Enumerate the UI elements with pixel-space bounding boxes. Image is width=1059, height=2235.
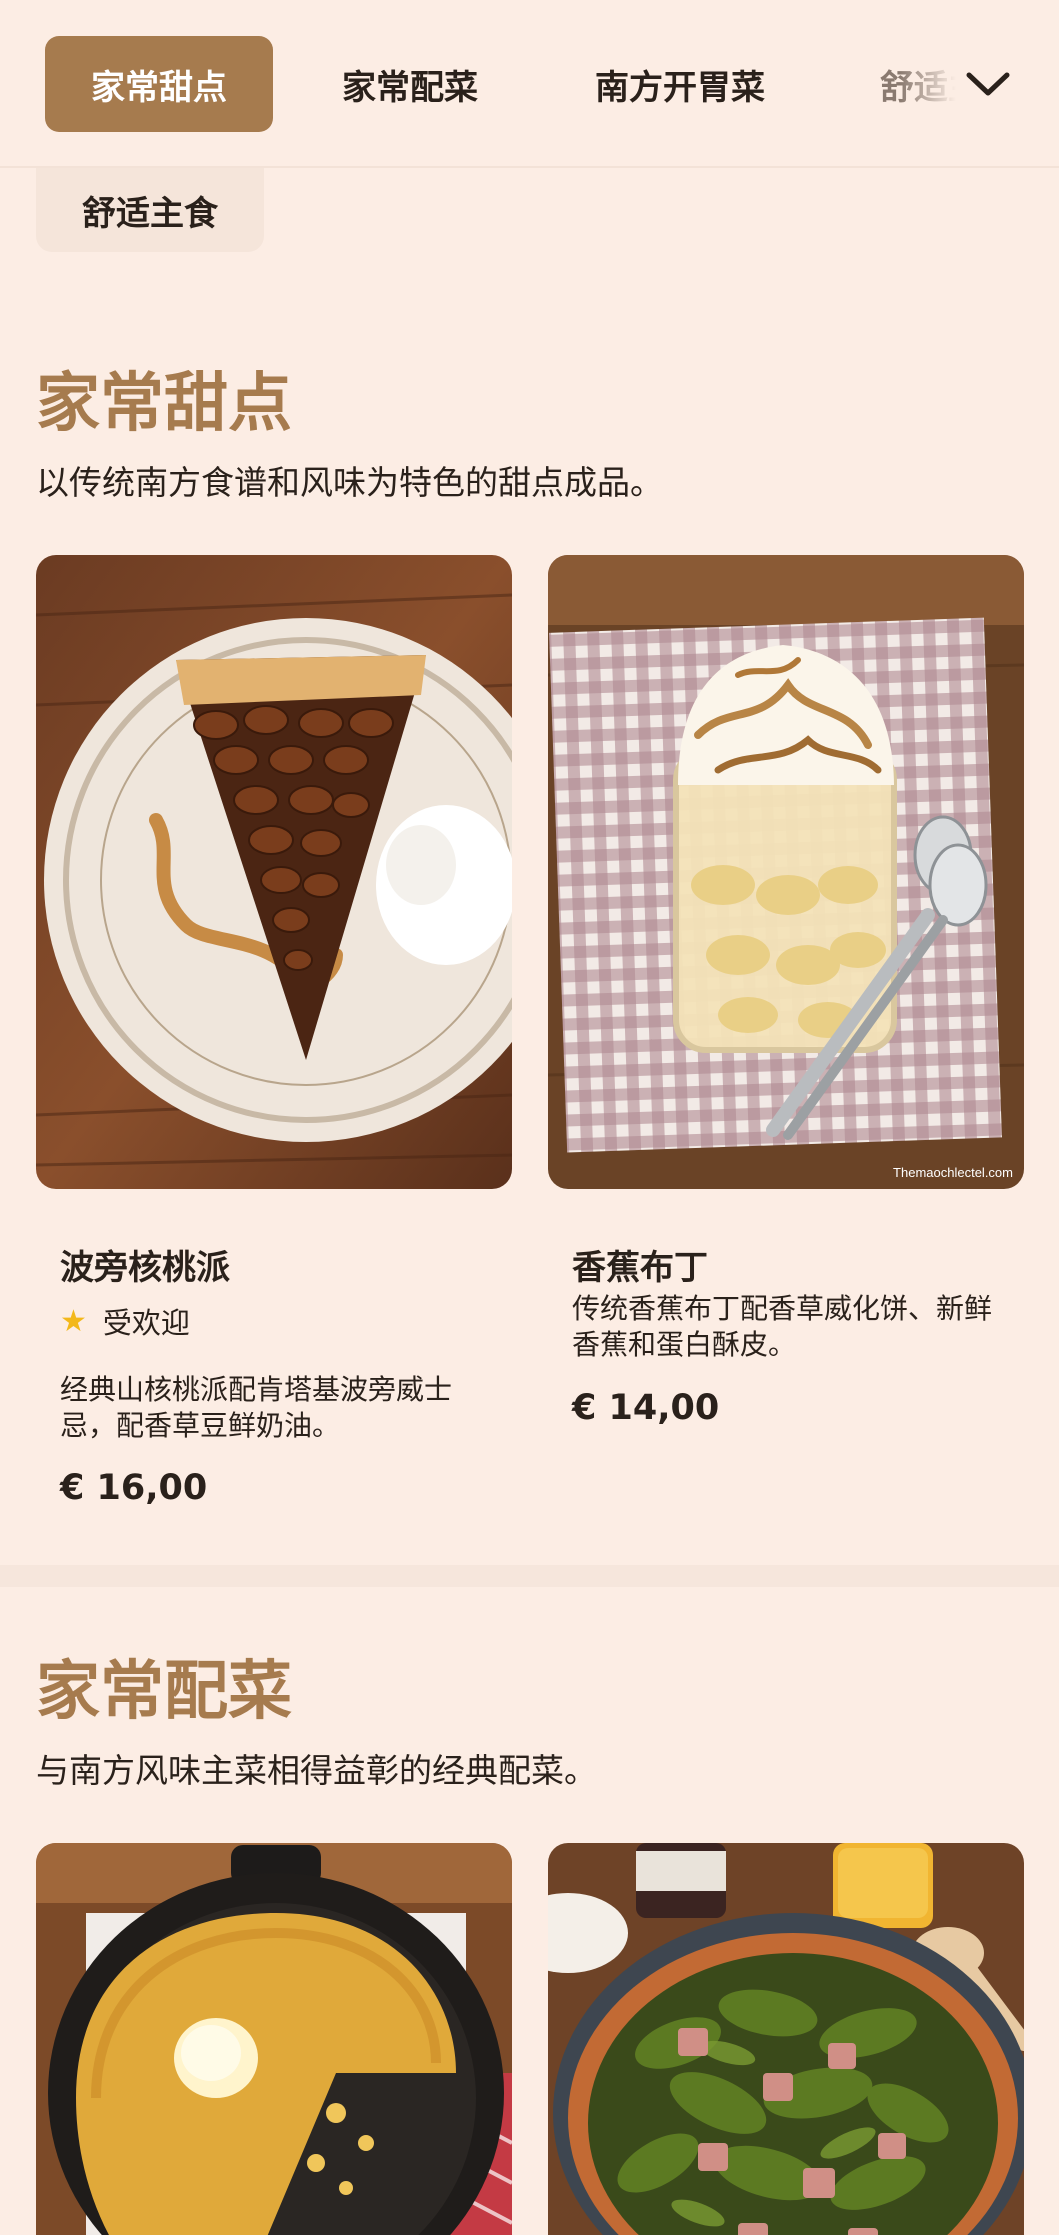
cornbread-skillet-image[interactable]	[36, 1843, 512, 2235]
tab-southern-appetizers[interactable]: 南方开胃菜	[575, 36, 785, 132]
item-description-banana-pudding: 传统香蕉布丁配香草威化饼、新鲜香蕉和蛋白酥皮。	[572, 1292, 993, 1361]
popular-badge-label: 受欢迎	[102, 1306, 190, 1340]
banana-pudding-image[interactable]: Themaochlectel.com	[548, 555, 1024, 1189]
chevron-down-icon[interactable]	[958, 50, 1018, 118]
item-description-pecan-pie: 经典山核桃派配肯塔基波旁威士忌，配香草豆鲜奶油。	[60, 1373, 453, 1442]
star-icon: ★	[60, 1303, 87, 1339]
tab-home-sides[interactable]: 家常配菜	[330, 36, 490, 132]
menu-page: 家常甜点 家常配菜 南方开胃菜 舒适主食 舒适主食 家常甜点 以传统南方食谱和风…	[0, 0, 1059, 2235]
category-nav: 家常甜点 家常配菜 南方开胃菜 舒适主食	[0, 0, 1059, 168]
collard-greens-image[interactable]	[548, 1843, 1024, 2235]
image-watermark: Themaochlectel.com	[893, 1165, 1013, 1180]
item-price-pecan-pie: € 16,00	[60, 1468, 208, 1508]
section-divider	[0, 1565, 1059, 1587]
item-name-pecan-pie: 波旁核桃派	[60, 1248, 230, 1288]
item-price-banana-pudding: € 14,00	[572, 1388, 720, 1428]
pecan-pie-image[interactable]	[36, 555, 512, 1189]
section-description-desserts: 以传统南方食谱和风味为特色的甜点成品。	[36, 463, 663, 502]
tab-home-desserts[interactable]: 家常甜点	[45, 36, 273, 132]
section-description-sides: 与南方风味主菜相得益彰的经典配菜。	[36, 1751, 597, 1790]
item-name-banana-pudding: 香蕉布丁	[572, 1248, 708, 1288]
popular-badge: ★ 受欢迎	[60, 1300, 190, 1342]
overflow-category-chip[interactable]: 舒适主食	[36, 168, 264, 252]
section-title-desserts: 家常甜点	[36, 367, 292, 441]
section-title-sides: 家常配菜	[36, 1655, 292, 1729]
